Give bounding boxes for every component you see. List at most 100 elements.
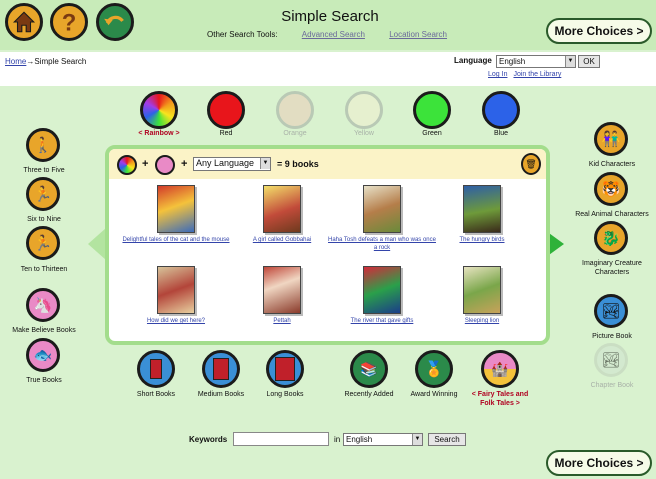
orange-color-button[interactable] — [276, 91, 314, 129]
book-cover[interactable] — [363, 266, 401, 314]
green-color-button[interactable] — [413, 91, 451, 129]
age-six-to-nine-label: Six to Nine — [27, 216, 61, 223]
yellow-color-button[interactable] — [345, 91, 383, 129]
recently-added-label: Recently Added — [344, 391, 394, 398]
tiger-icon: 🐯 — [601, 181, 621, 198]
fairy-tales-button[interactable]: 🏰 — [481, 350, 519, 388]
previous-page-arrow-icon[interactable] — [88, 228, 106, 260]
back-button[interactable] — [96, 3, 134, 41]
green-label: Green — [422, 130, 442, 137]
blue-label: Blue — [493, 130, 508, 137]
breadcrumb-current: Simple Search — [34, 57, 87, 66]
kid-characters-button[interactable]: 👫 — [594, 122, 628, 156]
real-animal-characters-button[interactable]: 🐯 — [594, 172, 628, 206]
login-link[interactable]: Log In — [488, 71, 507, 78]
book-title-link[interactable]: The river that gave gifts — [327, 317, 437, 325]
child-running-icon: 🏃 — [33, 186, 53, 203]
rainbow-filter-icon[interactable] — [117, 155, 137, 175]
trash-icon[interactable]: 🗑 — [521, 153, 541, 175]
book-title-link[interactable]: Delightful tales of the cat and the mous… — [121, 236, 231, 244]
book-title-link[interactable]: How did we get here? — [121, 317, 231, 325]
keywords-label: Keywords — [189, 435, 228, 444]
red-color-button[interactable] — [207, 91, 245, 129]
account-links: Log In Join the Library — [488, 71, 567, 78]
yellow-label: Yellow — [354, 130, 374, 137]
results-panel: + + Any Language ▼ = 9 books 🗑 Delightful… — [105, 145, 550, 345]
plus-sign: + — [142, 158, 149, 170]
short-books-button[interactable] — [137, 350, 175, 388]
toddler-icon: 🚶 — [33, 137, 53, 154]
language-select[interactable]: English ▼ — [496, 55, 576, 68]
long-books-button[interactable] — [266, 350, 304, 388]
question-icon: ? — [62, 10, 77, 35]
award-winning-button[interactable]: 🏅 — [415, 350, 453, 388]
undo-arrow-icon — [104, 15, 124, 26]
long-books-label: Long Books — [266, 391, 304, 398]
kids-icon: 👫 — [601, 131, 621, 148]
chapter-book-button[interactable]: 🏞 — [594, 343, 628, 377]
in-label: in — [334, 435, 341, 444]
breadcrumb-bar: Home→Simple Search Language English ▼ OK … — [0, 52, 656, 86]
long-book-icon — [275, 357, 295, 381]
book-title-link[interactable]: A girl called Gobbahai — [227, 236, 337, 244]
age-six-to-nine-button[interactable]: 🏃 — [26, 177, 60, 211]
language-label: Language — [454, 56, 492, 65]
short-book-icon — [150, 359, 162, 379]
medal-icon: 🏅 — [424, 361, 444, 378]
imaginary-creature-characters-label: Imaginary Creature Characters — [582, 260, 642, 276]
language-filter-select[interactable]: Any Language ▼ — [193, 157, 271, 171]
more-choices-button[interactable]: More Choices > — [546, 18, 652, 44]
age-three-to-five-button[interactable]: 🚶 — [26, 128, 60, 162]
picture-icon: 🏞 — [601, 303, 621, 320]
book-cover[interactable] — [157, 185, 195, 233]
svg-text:?: ? — [62, 10, 77, 35]
red-label: Red — [219, 130, 233, 137]
make-believe-books-button[interactable]: 🦄 — [26, 288, 60, 322]
language-ok-button[interactable]: OK — [578, 55, 600, 68]
home-icon — [12, 11, 36, 33]
chevron-down-icon: ▼ — [412, 434, 422, 445]
picture-book-button[interactable]: 🏞 — [594, 294, 628, 328]
more-choices-bottom-button[interactable]: More Choices > — [546, 450, 652, 476]
book-cover[interactable] — [463, 185, 501, 233]
book-cover[interactable] — [363, 185, 401, 233]
runner-icon: 🏃 — [33, 235, 53, 252]
fairy-tales-filter-icon[interactable] — [155, 155, 175, 175]
help-button[interactable]: ? — [50, 3, 88, 41]
breadcrumb-home-link[interactable]: Home — [5, 57, 26, 66]
keywords-input[interactable] — [233, 432, 329, 446]
blue-color-button[interactable] — [482, 91, 520, 129]
age-ten-to-thirteen-button[interactable]: 🏃 — [26, 226, 60, 260]
rainbow-color-button[interactable] — [140, 91, 178, 129]
results-header: + + Any Language ▼ = 9 books 🗑 — [109, 149, 546, 179]
picture-book-label: Picture Book — [592, 333, 632, 340]
book-cover[interactable] — [463, 266, 501, 314]
keyword-language-value: English — [346, 435, 373, 444]
other-tools-label: Other Search Tools: — [207, 30, 278, 39]
chapter-book-label: Chapter Book — [590, 382, 634, 389]
home-button[interactable] — [5, 3, 43, 41]
recently-added-button[interactable]: 📚 — [350, 350, 388, 388]
language-filter-value: Any Language — [196, 158, 255, 168]
book-cover[interactable] — [157, 266, 195, 314]
rainbow-label: < Rainbow > — [138, 130, 180, 137]
true-books-button[interactable]: 🐟 — [26, 338, 60, 372]
location-search-link[interactable]: Location Search — [389, 30, 447, 39]
book-title-link[interactable]: Pettah — [227, 317, 337, 325]
other-search-tools: Other Search Tools: Advanced Search Loca… — [207, 30, 447, 39]
keyword-language-select[interactable]: English ▼ — [343, 433, 423, 446]
book-cover[interactable] — [263, 266, 301, 314]
join-link[interactable]: Join the Library — [513, 71, 561, 78]
search-button[interactable]: Search — [428, 433, 466, 446]
imaginary-creature-characters-button[interactable]: 🐉 — [594, 221, 628, 255]
advanced-search-link[interactable]: Advanced Search — [302, 30, 365, 39]
medium-book-icon — [213, 358, 229, 380]
plus-sign-2: + — [181, 158, 188, 170]
book-title-link[interactable]: Sleeping lion — [427, 317, 537, 325]
book-title-link[interactable]: The hungry birds — [427, 236, 537, 244]
book-title-link[interactable]: Haha Tosh defeats a man who was once a r… — [327, 236, 437, 252]
book-cover[interactable] — [263, 185, 301, 233]
medium-books-button[interactable] — [202, 350, 240, 388]
fairy-tales-label: < Fairy Tales and Folk Tales > — [471, 391, 529, 407]
dragon-icon: 🐉 — [601, 230, 621, 247]
